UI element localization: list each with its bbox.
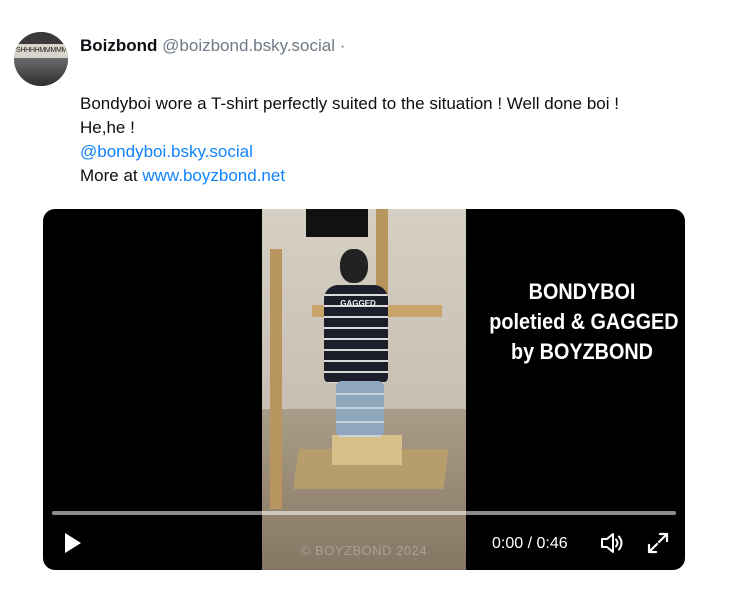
mention-link[interactable]: @bondyboi.bsky.social (80, 142, 253, 161)
fullscreen-expand-icon (647, 532, 669, 554)
overlay-line: poletied & GAGGED (489, 309, 679, 334)
frame-person-legs (336, 381, 384, 437)
frame-tv (306, 209, 368, 237)
volume-icon (601, 533, 623, 553)
video-frame: GAGGED © BOYZBOND 2024 (262, 209, 466, 570)
avatar-bottom (14, 58, 68, 86)
avatar-top (14, 32, 68, 44)
avatar-lettering: SHHHHMMMMMPH (16, 47, 66, 54)
frame-person-head (340, 249, 368, 283)
video-player[interactable]: GAGGED © BOYZBOND 2024 BONDYBOI poletied… (43, 209, 685, 570)
overlay-line: BONDYBOI (528, 279, 636, 304)
author-handle[interactable]: @boizbond.bsky.social (162, 36, 335, 55)
volume-button[interactable] (599, 531, 625, 555)
video-time: 0:00 / 0:46 (492, 535, 568, 552)
post-text-line: Bondyboi wore a T-shirt perfectly suited… (80, 94, 619, 113)
author-avatar[interactable]: SHHHHMMMMMPH (14, 32, 68, 86)
video-watermark: © BOYZBOND 2024 (300, 543, 428, 558)
author-display-name[interactable]: Boizbond (80, 36, 157, 55)
video-progress-bar[interactable] (52, 511, 676, 515)
frame-board (332, 435, 402, 465)
play-button[interactable] (60, 531, 84, 555)
post-header: Boizbond @boizbond.bsky.social · (80, 35, 345, 57)
post-body: Bondyboi wore a T-shirt perfectly suited… (80, 92, 720, 188)
overlay-line: by BOYZBOND (511, 339, 653, 364)
frame-post (270, 249, 282, 509)
header-separator: · (339, 36, 346, 55)
post-text-line: He,he ! (80, 118, 135, 137)
video-title-overlay: BONDYBOI poletied & GAGGED by BOYZBOND (489, 277, 679, 367)
more-line: More at www.boyzbond.net (80, 164, 720, 188)
play-icon (65, 533, 81, 553)
fullscreen-button[interactable] (646, 531, 670, 555)
more-prefix: More at (80, 166, 143, 185)
website-link[interactable]: www.boyzbond.net (142, 166, 285, 185)
frame-shirt-print: GAGGED (340, 299, 376, 308)
